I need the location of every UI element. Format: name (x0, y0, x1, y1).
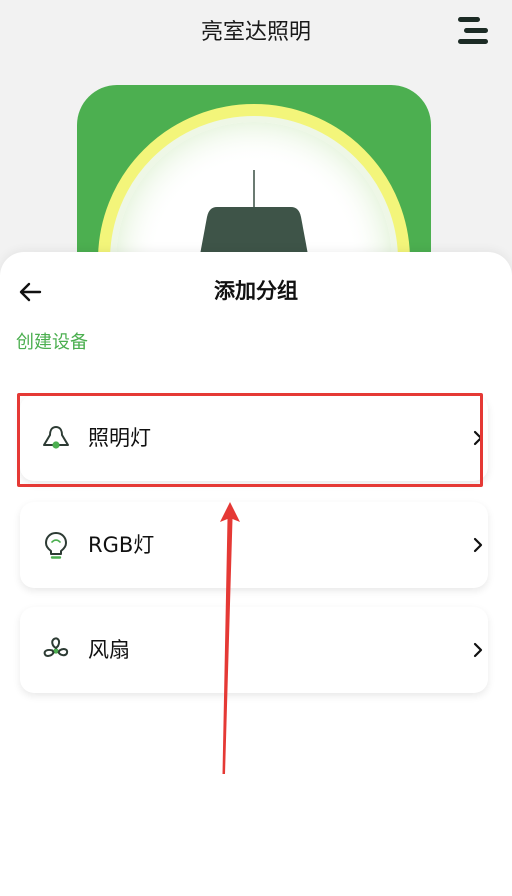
list-item-label: 风扇 (88, 638, 130, 662)
list-item-label: RGB灯 (88, 533, 155, 557)
bulb-icon (45, 532, 67, 559)
list-item-rgb-light[interactable]: RGB灯 (20, 502, 488, 588)
chevron-right-icon (473, 430, 483, 446)
list-item-lamp[interactable]: 照明灯 (20, 395, 488, 481)
lamp-icon (43, 426, 69, 449)
create-device-label: 创建设备 (16, 332, 88, 353)
list-item-label: 照明灯 (88, 426, 151, 450)
chevron-right-icon (473, 642, 483, 658)
app-title: 亮室达照明 (200, 20, 311, 45)
fan-icon (43, 637, 69, 657)
sheet-title: 添加分组 (214, 279, 298, 303)
chevron-right-icon (473, 537, 483, 553)
menu-button[interactable] (452, 14, 494, 50)
list-item-fan[interactable]: 风扇 (20, 607, 488, 693)
menu-icon (458, 17, 488, 44)
app-header: 亮室达照明 (0, 0, 512, 68)
